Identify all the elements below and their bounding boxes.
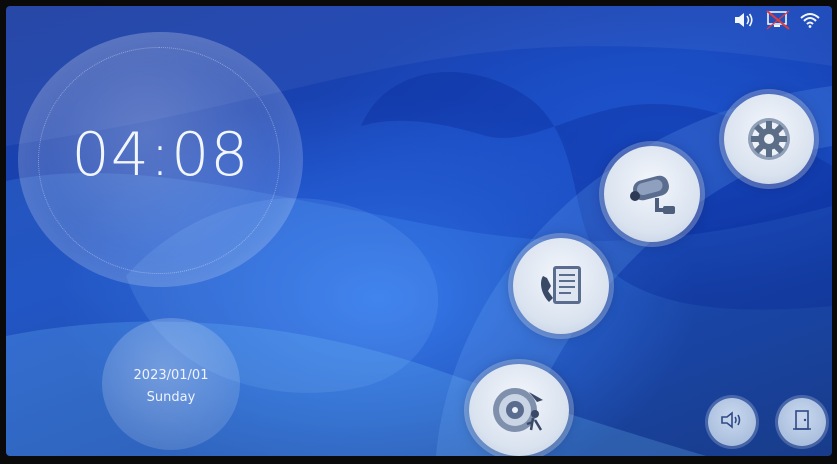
- speaker-volume-icon: [734, 12, 756, 28]
- weekday-text: Sunday: [146, 390, 196, 405]
- date-widget: 2023/01/01 Sunday: [102, 318, 240, 450]
- gear-icon: [744, 114, 794, 164]
- date-text: 2023/01/01: [133, 368, 209, 383]
- door-icon: [791, 408, 813, 436]
- door-unlock-button[interactable]: [778, 398, 826, 446]
- speaker-icon: [719, 410, 745, 434]
- wifi-icon: [800, 12, 820, 28]
- security-camera-icon: [623, 168, 681, 220]
- call-records-button[interactable]: [513, 238, 609, 334]
- status-bar: [734, 10, 820, 30]
- settings-button[interactable]: [724, 94, 814, 184]
- volume-button[interactable]: [708, 398, 756, 446]
- clock-widget: 04:08: [18, 32, 303, 287]
- monitor-disconnected-icon: [766, 10, 790, 30]
- clock-time: 04:08: [71, 120, 250, 190]
- playback-button[interactable]: [469, 364, 569, 456]
- home-screen: 04:08 2023/01/01 Sunday: [6, 6, 832, 456]
- phone-record-icon: [533, 258, 589, 314]
- playback-icon: [489, 382, 549, 438]
- monitor-button[interactable]: [604, 146, 700, 242]
